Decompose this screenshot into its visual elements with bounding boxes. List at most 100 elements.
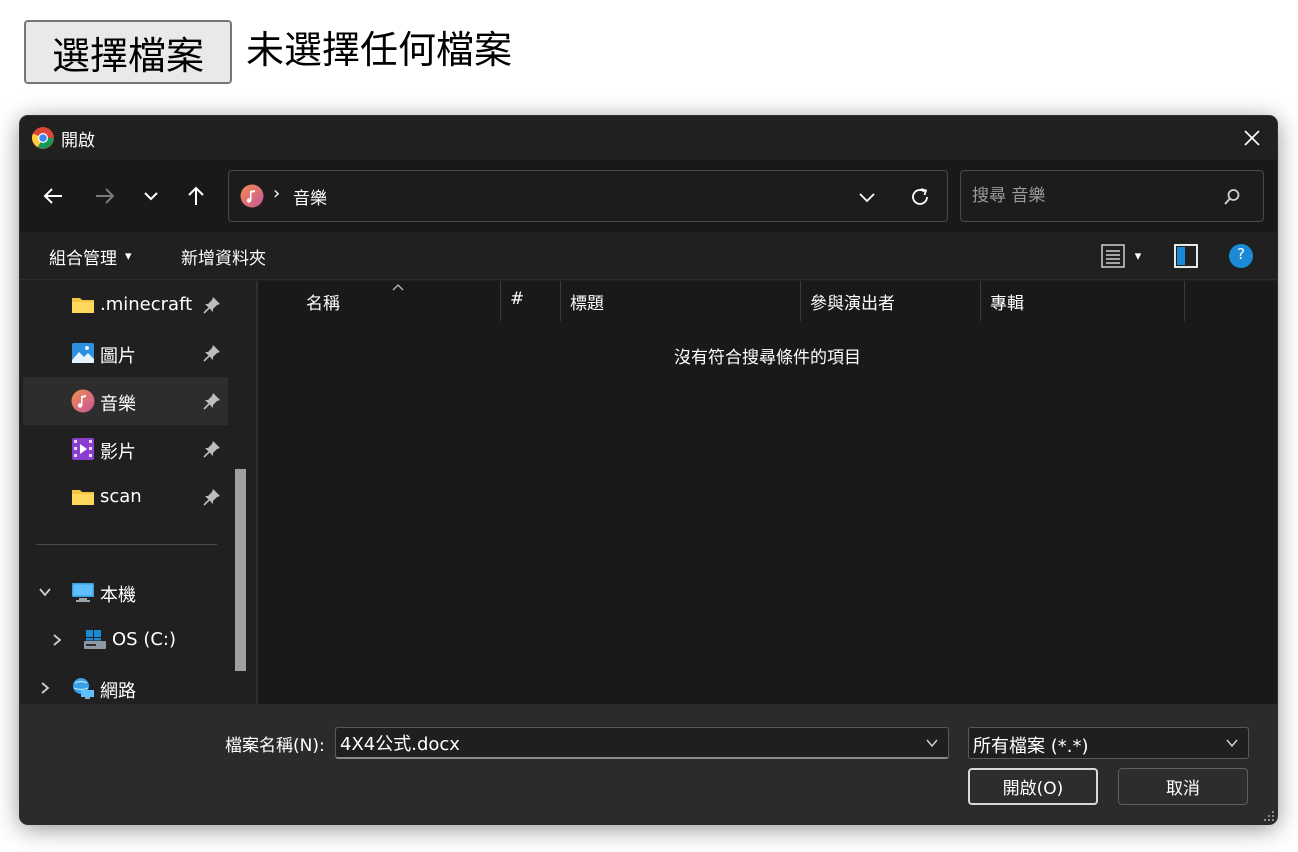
column-header-artists[interactable]: 參與演出者: [810, 281, 980, 321]
expand-toggle[interactable]: [37, 680, 53, 696]
navigation-pane: .minecraft 圖片 音樂 影片 scan 本機 OS (C:) 網路: [20, 281, 248, 704]
dialog-titlebar: 開啟: [20, 116, 1277, 160]
sidebar-item-pictures[interactable]: 圖片: [23, 329, 228, 377]
pictures-icon: [72, 343, 94, 363]
chevron-right-icon: [53, 634, 62, 646]
open-file-dialog: 開啟 › 音樂 搜尋 音樂 組合管理 ▾ 新增資料夾 ▾ ? .minecraf…: [20, 116, 1277, 824]
pin-icon: [203, 345, 220, 362]
filename-dropdown-button[interactable]: [924, 735, 940, 751]
breadcrumb-location[interactable]: 音樂: [293, 184, 327, 209]
arrow-right-icon: [96, 188, 115, 204]
file-list-pane: 名稱 # 標題 參與演出者 專輯 沒有符合搜尋條件的項目: [258, 281, 1277, 704]
address-history-dropdown[interactable]: [855, 185, 879, 209]
choose-file-button[interactable]: 選擇檔案: [24, 20, 232, 84]
refresh-icon: [912, 188, 928, 205]
recent-locations-button[interactable]: [136, 180, 166, 212]
column-separator[interactable]: [800, 281, 801, 321]
music-icon: [240, 184, 264, 208]
folder-icon: [72, 298, 94, 313]
up-button[interactable]: [181, 180, 211, 212]
column-separator[interactable]: [1184, 281, 1185, 321]
help-label: ?: [1237, 245, 1245, 263]
sidebar-item-label: 音樂: [100, 394, 136, 415]
arrow-left-icon: [43, 188, 62, 204]
no-file-chosen-text: 未選擇任何檔案: [246, 28, 513, 72]
expand-toggle[interactable]: [37, 584, 53, 600]
folder-icon: [72, 490, 94, 505]
open-button[interactable]: 開啟(O): [968, 768, 1098, 805]
tree-item-this-pc[interactable]: 本機: [23, 568, 228, 616]
column-separator[interactable]: [560, 281, 561, 321]
sidebar-item-label: 影片: [100, 442, 136, 463]
view-options-button[interactable]: ▾: [1096, 242, 1146, 270]
organize-menu[interactable]: 組合管理 ▾: [49, 244, 132, 269]
back-button[interactable]: [38, 180, 68, 212]
cancel-button[interactable]: 取消: [1118, 768, 1248, 805]
sidebar-item-label: 圖片: [100, 346, 136, 367]
this-pc-icon: [72, 583, 94, 602]
search-icon[interactable]: [1221, 186, 1243, 208]
column-header-number[interactable]: #: [510, 281, 560, 321]
column-separator[interactable]: [980, 281, 981, 321]
chevron-down-icon: [1226, 739, 1238, 748]
pin-icon: [203, 297, 220, 314]
empty-results-message: 沒有符合搜尋條件的項目: [674, 348, 861, 368]
navigation-bar: › 音樂: [20, 160, 1277, 232]
sidebar-divider: [36, 544, 217, 545]
tree-item-network[interactable]: 網路: [23, 664, 228, 704]
chevron-down-icon: [859, 193, 875, 203]
sidebar-item-minecraft[interactable]: .minecraft: [23, 281, 228, 329]
command-toolbar: 組合管理 ▾ 新增資料夾 ▾ ?: [20, 232, 1277, 280]
dialog-title: 開啟: [61, 131, 95, 151]
new-folder-button[interactable]: 新增資料夾: [181, 244, 266, 269]
page-header: 選擇檔案 未選擇任何檔案: [0, 0, 1298, 110]
pin-icon: [203, 441, 220, 458]
sidebar-scrollbar-thumb[interactable]: [235, 469, 246, 671]
filetype-selected-value: 所有檔案 (*.*): [973, 736, 1089, 757]
preview-pane-button[interactable]: [1172, 242, 1200, 270]
arrow-up-icon: [188, 186, 204, 205]
column-separator[interactable]: [500, 281, 501, 321]
filetype-dropdown-button[interactable]: [1224, 735, 1240, 751]
sidebar-item-label: .minecraft: [100, 294, 193, 315]
forward-button[interactable]: [90, 180, 120, 212]
expand-toggle[interactable]: [49, 632, 65, 648]
sidebar-item-music[interactable]: 音樂: [23, 377, 228, 425]
sidebar-item-scan[interactable]: scan: [23, 473, 228, 521]
column-header-name[interactable]: 名稱: [306, 281, 500, 321]
chrome-logo-icon: [32, 127, 54, 149]
tree-item-label: OS (C:): [112, 629, 176, 650]
music-icon: [71, 389, 95, 413]
new-folder-label: 新增資料夾: [181, 249, 266, 269]
breadcrumb-separator: ›: [273, 183, 281, 204]
tree-item-os-drive[interactable]: OS (C:): [23, 616, 228, 664]
pin-icon: [203, 393, 220, 410]
column-header-album[interactable]: 專輯: [990, 281, 1184, 321]
pin-icon: [203, 489, 220, 506]
filename-input[interactable]: [340, 731, 900, 755]
column-header-label: #: [510, 289, 525, 309]
videos-icon: [72, 438, 94, 460]
tree-item-label: 本機: [100, 585, 136, 606]
search-box[interactable]: [960, 170, 1264, 222]
column-header-title[interactable]: 標題: [570, 281, 800, 321]
filetype-select[interactable]: 所有檔案 (*.*): [968, 727, 1249, 759]
column-header-label: 標題: [570, 294, 604, 314]
address-bar[interactable]: › 音樂: [228, 170, 948, 222]
sidebar-item-videos[interactable]: 影片: [23, 425, 228, 473]
search-input[interactable]: [972, 184, 1212, 208]
column-header-label: 名稱: [306, 294, 340, 314]
chevron-right-icon: [41, 682, 50, 694]
drive-icon: [84, 630, 106, 649]
help-button[interactable]: ?: [1227, 242, 1255, 270]
chevron-down-icon: [144, 192, 158, 201]
close-button[interactable]: [1237, 124, 1267, 152]
column-header-label: 參與演出者: [810, 294, 895, 314]
chevron-down-icon: [39, 588, 51, 597]
chevron-down-icon: [926, 739, 938, 748]
details-view-icon: [1100, 244, 1125, 268]
resize-grip-icon[interactable]: [1263, 810, 1275, 822]
filename-combobox[interactable]: [335, 727, 949, 759]
sort-ascending-icon: [392, 284, 404, 291]
refresh-button[interactable]: [907, 184, 933, 210]
